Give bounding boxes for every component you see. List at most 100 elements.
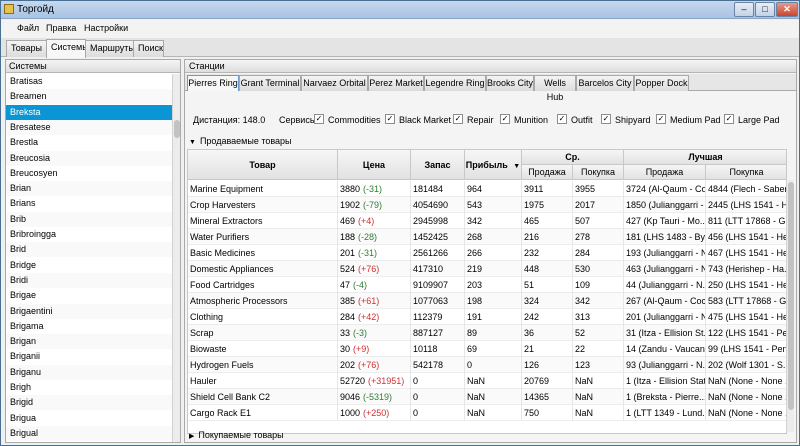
system-list-item[interactable]: Brib bbox=[6, 211, 172, 227]
table-scrollbar[interactable] bbox=[786, 180, 794, 432]
cell-price: 202 (+76) bbox=[338, 357, 411, 373]
cell-stock: 10118 bbox=[411, 341, 465, 357]
col-best-sell[interactable]: Продажа bbox=[624, 165, 706, 180]
table-row[interactable]: Hydrogen Fuels 202 (+76) 542178 0 126 123 93 (J… bbox=[188, 357, 786, 373]
checkbox-large-pad[interactable]: ✓ bbox=[724, 114, 734, 124]
cell-avg-buy: NaN bbox=[573, 373, 624, 389]
cell-price: 1902 (-79) bbox=[338, 197, 411, 213]
col-best-buy[interactable]: Покупка bbox=[706, 165, 786, 180]
table-row[interactable]: Cargo Rack E1 1000 (+250) 0 NaN 750 NaN 1 (LTT … bbox=[188, 405, 786, 421]
cell-best-sell: 193 (Julianggarri - N... bbox=[624, 245, 706, 261]
system-list-item[interactable]: Bresatese bbox=[6, 119, 172, 135]
col-price[interactable]: Цена bbox=[338, 150, 411, 180]
systems-list: Системы Bratisas Breamen Breksta Bresatese B… bbox=[5, 59, 181, 443]
system-list-item[interactable]: Brigae bbox=[6, 288, 172, 303]
checkbox-black-market[interactable]: ✓ bbox=[385, 114, 395, 124]
system-list-item[interactable]: Breksta bbox=[6, 104, 172, 120]
table-row[interactable]: Water Purifiers 188 (-28) 1452425 268 216 278 1… bbox=[188, 229, 786, 245]
tab-systems[interactable]: Системы bbox=[46, 39, 89, 58]
tab-goods[interactable]: Товары bbox=[6, 40, 47, 57]
app-window: Торгойд – □ ✕ Файл Правка Настройки Това… bbox=[0, 0, 800, 446]
system-list-item[interactable]: Brestla bbox=[6, 135, 172, 150]
system-list-item[interactable]: Bridi bbox=[6, 272, 172, 288]
cell-profit: 0 bbox=[465, 357, 522, 373]
col-avg-buy[interactable]: Покупка bbox=[573, 165, 624, 180]
cell-profit: 219 bbox=[465, 261, 522, 277]
scroll-thumb[interactable] bbox=[174, 120, 180, 138]
station-tab[interactable]: Legendre Ring bbox=[424, 75, 486, 91]
system-list-item[interactable]: Brigaentini bbox=[6, 303, 172, 319]
system-list-item[interactable]: Briganii bbox=[6, 349, 172, 364]
cell-best-sell: 1 (Itza - Ellision Stat... bbox=[624, 373, 706, 389]
cell-avg-sell: 126 bbox=[522, 357, 573, 373]
station-tab[interactable]: Grant Terminal bbox=[239, 75, 301, 91]
cell-best-buy: 2445 (LHS 1541 - He... bbox=[706, 197, 786, 213]
system-list-item[interactable]: Brigid bbox=[6, 395, 172, 411]
table-row[interactable]: Atmospheric Processors 385 (+61) 1077063 198… bbox=[188, 293, 786, 309]
price-value: 33 bbox=[340, 328, 351, 338]
checkbox-medium-pad[interactable]: ✓ bbox=[656, 114, 666, 124]
table-row[interactable]: Biowaste 30 (+9) 10118 69 21 22 14 (Zandu - Vau… bbox=[188, 341, 786, 357]
cell-best-buy: 811 (LTT 17868 - Gi... bbox=[706, 213, 786, 229]
station-tab[interactable]: Wells Hub bbox=[534, 75, 576, 102]
system-list-item[interactable]: Briganu bbox=[6, 364, 172, 380]
menu-settings[interactable]: Настройки bbox=[84, 23, 128, 33]
col-avg-sell[interactable]: Продажа bbox=[522, 165, 573, 180]
cell-best-sell: 427 (Kp Tauri - Mo... bbox=[624, 213, 706, 229]
cell-best-sell: 267 (Al-Qaum - Coch... bbox=[624, 293, 706, 309]
col-stock[interactable]: Запас bbox=[411, 150, 465, 180]
table-row[interactable]: Mineral Extractors 469 (+4) 2945998 342 465 50… bbox=[188, 213, 786, 229]
system-list-item[interactable]: Brigama bbox=[6, 319, 172, 334]
system-list-item[interactable]: Brians bbox=[6, 196, 172, 211]
col-profit[interactable]: Прибыль ▼ bbox=[465, 150, 522, 180]
system-list-item[interactable]: Breucosia bbox=[6, 150, 172, 166]
table-row[interactable]: Domestic Appliances 524 (+76) 417310 219 448 5… bbox=[188, 261, 786, 277]
sell-section-header[interactable]: ▼ Продаваемые товары bbox=[185, 135, 796, 147]
stations-panel: Станции Pierres Ring Grant Terminal Narv… bbox=[184, 59, 797, 443]
system-list-item[interactable]: Brid bbox=[6, 242, 172, 258]
system-list-item[interactable]: Brigan bbox=[6, 334, 172, 350]
minimize-icon[interactable]: – bbox=[734, 2, 754, 17]
station-tab[interactable]: Brooks City bbox=[486, 75, 534, 91]
checkbox-munition[interactable]: ✓ bbox=[500, 114, 510, 124]
system-list-item[interactable]: Breucosyen bbox=[6, 166, 172, 181]
checkbox-shipyard[interactable]: ✓ bbox=[601, 114, 611, 124]
menu-edit[interactable]: Правка bbox=[46, 23, 76, 33]
system-list-item[interactable]: Bribroingga bbox=[6, 227, 172, 242]
system-list-item[interactable]: Brigua bbox=[6, 411, 172, 426]
systems-scrollbar[interactable] bbox=[172, 74, 180, 442]
table-row[interactable]: Clothing 284 (+42) 112379 191 242 313 201 (Juli… bbox=[188, 309, 786, 325]
table-row[interactable]: Scrap 33 (-3) 887127 89 36 52 31 (Itza - Ellisi… bbox=[188, 325, 786, 341]
checkbox-commodities[interactable]: ✓ bbox=[314, 114, 324, 124]
system-list-item[interactable]: Breamen bbox=[6, 89, 172, 105]
system-list-item[interactable]: Brian bbox=[6, 181, 172, 197]
station-tab[interactable]: Popper Dock bbox=[634, 75, 689, 91]
close-icon[interactable]: ✕ bbox=[776, 2, 798, 17]
tab-routes[interactable]: Маршруты bbox=[85, 40, 135, 57]
menu-file[interactable]: Файл bbox=[17, 23, 39, 33]
price-value: 1000 bbox=[340, 408, 361, 418]
system-list-item[interactable]: Bratisas bbox=[6, 74, 172, 89]
system-list-item[interactable]: Bridge bbox=[6, 258, 172, 273]
system-list-item[interactable]: Brigh bbox=[6, 380, 172, 395]
table-row[interactable]: Hauler 52720 (+31951) 0 NaN 20769 NaN 1 (Itza -… bbox=[188, 373, 786, 389]
table-row[interactable]: Shield Cell Bank C2 9046 (-5319) 0 NaN 14365 N… bbox=[188, 389, 786, 405]
table-row[interactable]: Crop Harvesters 1902 (-79) 4054690 543 1975 20… bbox=[188, 197, 786, 213]
table-row[interactable]: Marine Equipment 3880 (-31) 181484 964 3911 39… bbox=[188, 181, 786, 197]
station-tab[interactable]: Barcelos City bbox=[576, 75, 634, 91]
table-row[interactable]: Food Cartridges 47 (-4) 9109907 203 51 109 44 (… bbox=[188, 277, 786, 293]
table-row[interactable]: Basic Medicines 201 (-31) 2561266 266 232 284 1… bbox=[188, 245, 786, 261]
maximize-icon[interactable]: □ bbox=[755, 2, 775, 17]
buy-section-header[interactable]: ▶ Покупаемые товары bbox=[185, 429, 796, 441]
scroll-thumb[interactable] bbox=[788, 182, 794, 410]
price-value: 30 bbox=[340, 344, 351, 354]
checkbox-repair[interactable]: ✓ bbox=[453, 114, 463, 124]
col-item[interactable]: Товар bbox=[188, 150, 338, 180]
station-tab[interactable]: Narvaez Orbital bbox=[301, 75, 368, 91]
system-list-item[interactable]: Brigual bbox=[6, 425, 172, 441]
tab-search[interactable]: Поиск bbox=[133, 40, 164, 57]
station-tab[interactable]: Perez Market bbox=[368, 75, 424, 91]
cell-stock: 9109907 bbox=[411, 277, 465, 293]
station-tab[interactable]: Pierres Ring bbox=[187, 75, 239, 91]
checkbox-outfit[interactable]: ✓ bbox=[557, 114, 567, 124]
